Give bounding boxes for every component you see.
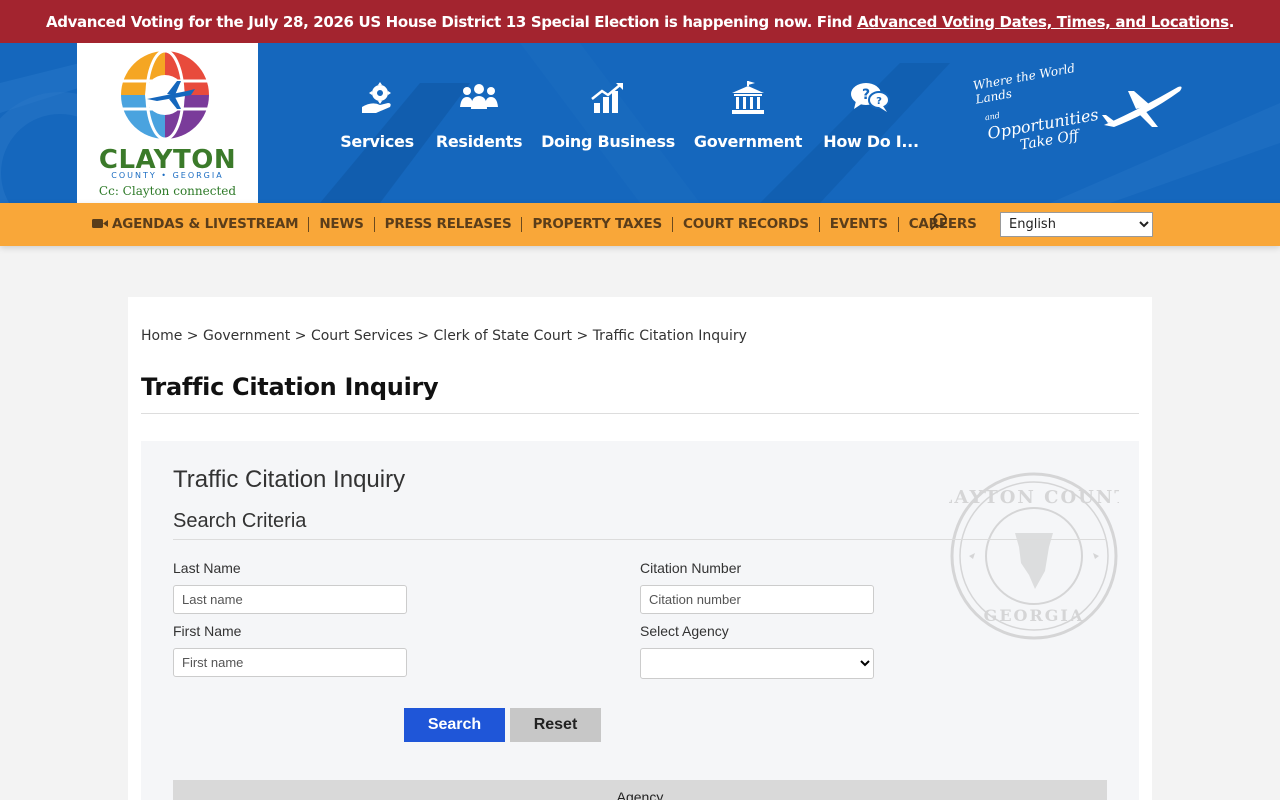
results-table-header-agency: Agency <box>173 780 1107 800</box>
breadcrumb-home[interactable]: Home <box>141 328 182 344</box>
svg-text:?: ? <box>876 96 882 107</box>
nav-services[interactable]: Services <box>340 43 414 203</box>
subnav-court-records[interactable]: COURT RECORDS <box>673 217 820 232</box>
language-select[interactable]: English <box>1000 212 1153 237</box>
breadcrumb-clerk[interactable]: Clerk of State Court <box>434 328 573 344</box>
tagline-and: and <box>984 110 1001 123</box>
nav-how-do-i[interactable]: ? ? How Do I... <box>823 43 919 203</box>
reset-button[interactable]: Reset <box>510 708 601 742</box>
subnav-property-taxes[interactable]: PROPERTY TAXES <box>522 217 674 232</box>
nav-doing-business-label: Doing Business <box>541 132 675 151</box>
nav-residents-label: Residents <box>435 132 523 151</box>
subnav-events[interactable]: EVENTS <box>820 217 899 232</box>
first-name-label: First Name <box>173 623 242 639</box>
main-content: Home > Government > Court Services > Cle… <box>128 297 1152 800</box>
first-name-input[interactable] <box>173 648 407 677</box>
subnav-agendas[interactable]: AGENDAS & LIVESTREAM <box>92 217 310 232</box>
svg-text:GEORGIA: GEORGIA <box>984 606 1085 625</box>
breadcrumb-current: Traffic Citation Inquiry <box>592 328 747 344</box>
breadcrumb: Home > Government > Court Services > Cle… <box>141 328 747 344</box>
nav-services-label: Services <box>340 132 414 151</box>
breadcrumb-court-services[interactable]: Court Services <box>311 328 413 344</box>
county-seal-watermark: CLAYTON COUNTY GEORGIA <box>949 472 1119 640</box>
alert-link[interactable]: Advanced Voting Dates, Times, and Locati… <box>857 13 1229 31</box>
panel-subtitle: Search Criteria <box>173 510 307 532</box>
panel-divider <box>173 539 1107 540</box>
logo-tagline: Cc: Clayton connected <box>98 184 237 198</box>
page-title: Traffic Citation Inquiry <box>141 373 439 401</box>
clayton-logo[interactable]: CLAYTON COUNTY • GEORGIA Cc: Clayton con… <box>77 43 258 203</box>
alert-text: Advanced Voting for the July 28, 2026 US… <box>45 12 853 31</box>
panel-title: Traffic Citation Inquiry <box>173 466 406 493</box>
question-chat-icon: ? ? <box>851 83 890 112</box>
nav-government[interactable]: Government <box>694 43 802 203</box>
nav-how-do-i-label: How Do I... <box>823 132 919 151</box>
subnav-news[interactable]: NEWS <box>309 217 375 232</box>
subnav-press-releases[interactable]: PRESS RELEASES <box>375 217 523 232</box>
capitol-icon <box>732 81 764 114</box>
logo-subtitle: COUNTY • GEORGIA <box>111 171 224 180</box>
citation-number-label: Citation Number <box>640 560 742 576</box>
citation-search-panel: CLAYTON COUNTY GEORGIA Traffic Citation … <box>141 441 1139 800</box>
nav-doing-business[interactable]: Doing Business <box>541 43 675 203</box>
svg-text:?: ? <box>862 87 870 103</box>
search-icon[interactable] <box>929 212 949 232</box>
last-name-label: Last Name <box>173 560 241 576</box>
video-camera-icon <box>92 219 108 228</box>
people-icon <box>460 84 498 109</box>
gear-hand-icon <box>362 82 391 113</box>
select-agency-label: Select Agency <box>640 623 729 639</box>
site-header: CLAYTON COUNTY • GEORGIA Cc: Clayton con… <box>0 43 1280 203</box>
last-name-input[interactable] <box>173 585 407 614</box>
svg-text:CLAYTON COUNTY: CLAYTON COUNTY <box>949 487 1119 508</box>
nav-government-label: Government <box>693 132 803 151</box>
breadcrumb-government[interactable]: Government <box>203 328 290 344</box>
alert-banner: Advanced Voting for the July 28, 2026 US… <box>0 0 1280 43</box>
airplane-icon <box>1102 86 1182 127</box>
alert-end: . <box>1228 12 1235 31</box>
nav-residents[interactable]: Residents <box>436 43 522 203</box>
chart-icon <box>591 83 623 113</box>
globe-logo-icon <box>121 49 209 141</box>
agency-select[interactable] <box>640 648 874 679</box>
title-divider <box>141 413 1139 414</box>
secondary-nav: AGENDAS & LIVESTREAM NEWS PRESS RELEASES… <box>92 203 987 246</box>
search-button[interactable]: Search <box>404 708 505 742</box>
citation-number-input[interactable] <box>640 585 874 614</box>
